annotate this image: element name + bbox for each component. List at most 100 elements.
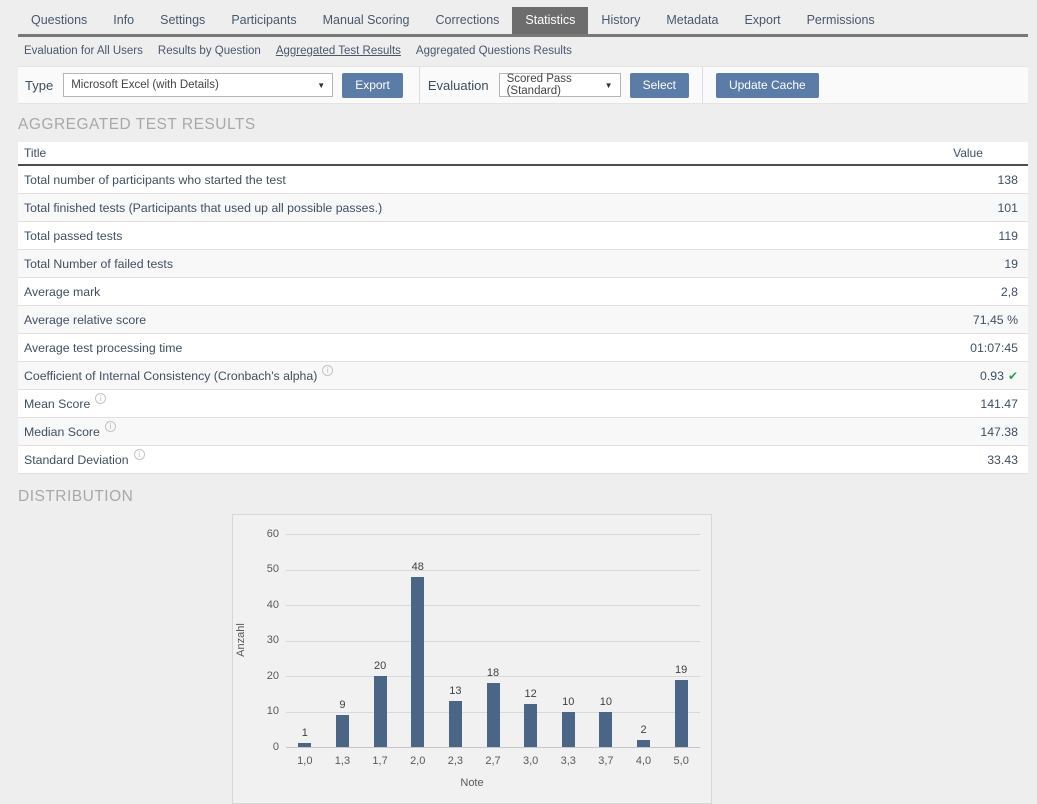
x-axis-tick: 5,0 xyxy=(663,755,699,767)
top-nav-tabs: QuestionsInfoSettingsParticipantsManual … xyxy=(0,0,1037,34)
row-value: 101 xyxy=(908,201,1028,215)
subnav-item-aggregated-test-results[interactable]: Aggregated Test Results xyxy=(276,45,401,57)
bar-3-0 xyxy=(524,704,537,747)
bar-2-0 xyxy=(411,577,424,747)
update-cache-button[interactable]: Update Cache xyxy=(716,73,819,98)
bar-value-label: 48 xyxy=(400,561,436,573)
y-axis-title: Anzahl xyxy=(235,623,247,657)
row-title-text: Total passed tests xyxy=(24,229,122,243)
page: QuestionsInfoSettingsParticipantsManual … xyxy=(0,0,1037,796)
tab-statistics[interactable]: Statistics xyxy=(512,7,588,34)
row-title: Total passed tests xyxy=(18,229,908,243)
divider xyxy=(702,66,703,104)
subnav-item-evaluation-for-all-users[interactable]: Evaluation for All Users xyxy=(24,45,143,57)
type-select[interactable]: Microsoft Excel (with Details) ▼ xyxy=(63,73,333,97)
row-value: 2,8 xyxy=(908,285,1028,299)
bar-value-label: 1 xyxy=(287,727,323,739)
bar-value-label: 9 xyxy=(324,699,360,711)
table-row: Total number of participants who started… xyxy=(18,166,1028,194)
table-row: Total finished tests (Participants that … xyxy=(18,194,1028,222)
bar-2-3 xyxy=(449,701,462,747)
x-axis-tick: 3,7 xyxy=(588,755,624,767)
row-value: 147.38 xyxy=(908,425,1028,439)
row-value: 01:07:45 xyxy=(908,341,1028,355)
row-value: 33.43 xyxy=(908,453,1028,467)
bar-value-label: 19 xyxy=(663,664,699,676)
y-axis-tick: 20 xyxy=(245,670,279,682)
subnav-item-results-by-question[interactable]: Results by Question xyxy=(158,45,261,57)
bar-3-3 xyxy=(562,712,575,748)
x-axis-tick: 2,7 xyxy=(475,755,511,767)
select-button[interactable]: Select xyxy=(630,73,689,98)
distribution-title: DISTRIBUTION xyxy=(18,488,1037,506)
gridline xyxy=(286,605,700,606)
x-axis-tick: 4,0 xyxy=(626,755,662,767)
table-row: Coefficient of Internal Consistency (Cro… xyxy=(18,362,1028,390)
row-title-text: Total number of participants who started… xyxy=(24,173,286,187)
table-body: Total number of participants who started… xyxy=(18,166,1028,474)
y-axis-tick: 40 xyxy=(245,599,279,611)
row-title-text: Average test processing time xyxy=(24,341,182,355)
gridline xyxy=(286,570,700,571)
tab-permissions[interactable]: Permissions xyxy=(794,7,888,34)
x-axis-tick: 2,0 xyxy=(400,755,436,767)
tab-metadata[interactable]: Metadata xyxy=(653,7,731,34)
tab-manual-scoring[interactable]: Manual Scoring xyxy=(310,7,423,34)
evaluation-label: Evaluation xyxy=(428,78,489,93)
tab-questions[interactable]: Questions xyxy=(18,7,100,34)
subnav-item-aggregated-questions-results[interactable]: Aggregated Questions Results xyxy=(416,45,572,57)
tab-history[interactable]: History xyxy=(588,7,653,34)
bar-1-7 xyxy=(374,676,387,747)
x-axis-tick: 1,3 xyxy=(324,755,360,767)
y-axis-tick: 30 xyxy=(245,634,279,646)
gridline xyxy=(286,641,700,642)
row-value: 19 xyxy=(908,257,1028,271)
check-icon: ✔ xyxy=(1008,369,1018,383)
row-value: 119 xyxy=(908,229,1028,243)
tab-participants[interactable]: Participants xyxy=(218,7,309,34)
row-title: Total Number of failed tests xyxy=(18,257,908,271)
table-row: Mean Scorei141.47 xyxy=(18,390,1028,418)
y-axis-tick: 10 xyxy=(245,705,279,717)
y-axis-tick: 0 xyxy=(245,741,279,753)
bar-1-0 xyxy=(298,743,311,747)
row-value: 141.47 xyxy=(908,397,1028,411)
tab-export[interactable]: Export xyxy=(731,7,793,34)
y-axis-tick: 60 xyxy=(245,528,279,540)
bar-value-label: 2 xyxy=(626,724,662,736)
gridline xyxy=(286,747,700,748)
table-row: Average mark2,8 xyxy=(18,278,1028,306)
chevron-down-icon: ▼ xyxy=(605,81,613,90)
export-button[interactable]: Export xyxy=(342,73,403,98)
table-header: Title Value xyxy=(18,142,1028,166)
tab-settings[interactable]: Settings xyxy=(147,7,218,34)
distribution-chart: 010203040506011,091,3201,7482,0132,3182,… xyxy=(232,514,712,804)
tab-corrections[interactable]: Corrections xyxy=(422,7,512,34)
x-axis-tick: 3,0 xyxy=(513,755,549,767)
bar-1-3 xyxy=(336,715,349,747)
tab-info[interactable]: Info xyxy=(100,7,147,34)
info-icon[interactable]: i xyxy=(95,393,106,404)
y-axis-tick: 50 xyxy=(245,563,279,575)
evaluation-select[interactable]: Scored Pass (Standard) ▼ xyxy=(499,73,621,97)
table-row: Standard Deviationi33.43 xyxy=(18,446,1028,474)
gridline xyxy=(286,534,700,535)
table-row: Median Scorei147.38 xyxy=(18,418,1028,446)
column-header-title: Title xyxy=(18,146,908,160)
info-icon[interactable]: i xyxy=(134,449,145,460)
row-title: Median Scorei xyxy=(18,425,908,439)
bar-5-0 xyxy=(675,680,688,747)
info-icon[interactable]: i xyxy=(105,421,116,432)
info-icon[interactable]: i xyxy=(322,365,333,376)
row-title-text: Coefficient of Internal Consistency (Cro… xyxy=(24,369,317,383)
column-header-value: Value xyxy=(908,146,1028,160)
bar-value-label: 18 xyxy=(475,667,511,679)
row-value: 71,45 % xyxy=(908,313,1028,327)
divider xyxy=(419,66,420,104)
row-title-text: Total finished tests (Participants that … xyxy=(24,201,382,215)
table-row: Total Number of failed tests 19 xyxy=(18,250,1028,278)
row-title-text: Median Score xyxy=(24,425,100,439)
row-title: Average test processing time xyxy=(18,341,908,355)
row-title-text: Total Number of failed tests xyxy=(24,257,173,271)
type-select-value: Microsoft Excel (with Details) xyxy=(71,79,219,91)
